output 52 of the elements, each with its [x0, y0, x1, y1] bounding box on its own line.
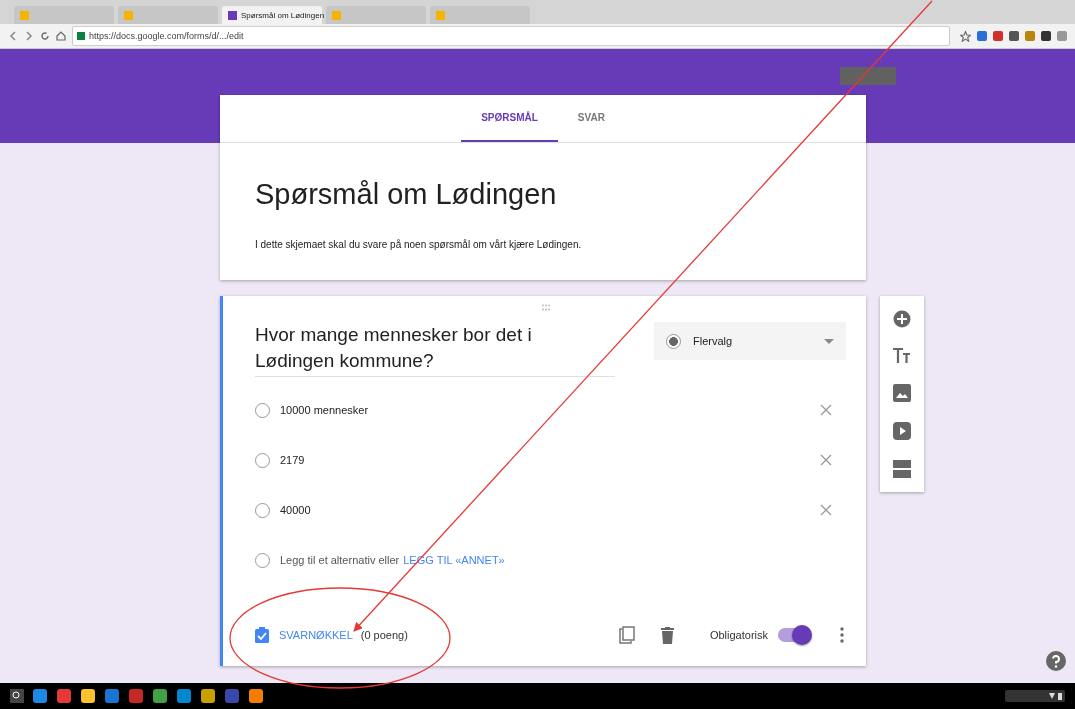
favicon-icon [332, 10, 341, 20]
home-icon[interactable] [56, 31, 66, 41]
remove-icon[interactable] [820, 454, 832, 466]
favicon-icon [228, 10, 237, 20]
option-label[interactable]: 40000 [280, 504, 810, 516]
answer-key-icon[interactable] [255, 627, 269, 643]
form-tab[interactable]: SPØRSMÅL [461, 95, 558, 142]
lock-icon [77, 32, 85, 40]
back-icon[interactable] [8, 31, 18, 41]
app-icon[interactable] [200, 688, 216, 704]
drag-handle-icon[interactable] [541, 304, 551, 311]
favicon-icon [124, 10, 133, 20]
favicon-icon [436, 10, 445, 20]
question-type-dropdown[interactable]: Flervalg [654, 322, 846, 360]
help-icon[interactable] [1046, 651, 1066, 671]
app-icon[interactable] [80, 688, 96, 704]
video-icon[interactable] [893, 422, 911, 440]
tooltip [840, 67, 896, 85]
favicon-icon [20, 10, 29, 20]
app-icon[interactable] [32, 688, 48, 704]
address-bar[interactable]: https://docs.google.com/forms/d/.../edit [72, 26, 950, 46]
forward-icon[interactable] [24, 31, 34, 41]
radio-icon [666, 333, 681, 349]
reload-icon[interactable] [40, 31, 50, 41]
app-icon[interactable] [152, 688, 168, 704]
remove-icon[interactable] [820, 504, 832, 516]
browser-tab[interactable]: Spørsmål om Lødingen [222, 6, 322, 24]
app-icon[interactable] [176, 688, 192, 704]
form-tab[interactable]: SVAR [557, 95, 625, 142]
section-icon[interactable] [893, 460, 911, 478]
add-question-icon[interactable] [893, 310, 911, 328]
question-title-field[interactable]: Hvor mange mennesker bor det i Lødingen kommune? [255, 322, 615, 377]
option-label[interactable]: 2179 [280, 454, 810, 466]
remove-icon[interactable] [820, 404, 832, 416]
required-toggle[interactable] [778, 628, 810, 642]
answer-key-link[interactable]: SVARNØKKEL [279, 629, 353, 641]
title-text-icon[interactable] [893, 348, 911, 364]
form-description: I dette skjemaet skal du svare på noen spørsmål om vårt kjære Lødingen. [255, 239, 583, 250]
required-label: Obligatorisk [709, 629, 768, 641]
app-icon[interactable] [248, 688, 264, 704]
form-title: Spørsmål om Lødingen [255, 178, 558, 211]
status-tray-icon[interactable] [1005, 690, 1065, 702]
launcher-icon[interactable] [10, 689, 24, 703]
dropdown-arrow-icon [824, 338, 834, 344]
more-options-icon[interactable] [840, 627, 844, 643]
copy-icon[interactable] [618, 626, 635, 644]
option-label[interactable]: 10000 mennesker [280, 404, 810, 416]
image-icon[interactable] [893, 384, 911, 402]
star-icon[interactable] [960, 30, 971, 42]
delete-icon[interactable] [660, 626, 674, 644]
add-option-text[interactable]: Legg til et alternativ eller [280, 554, 400, 566]
points-label: (0 poeng) [360, 629, 408, 641]
